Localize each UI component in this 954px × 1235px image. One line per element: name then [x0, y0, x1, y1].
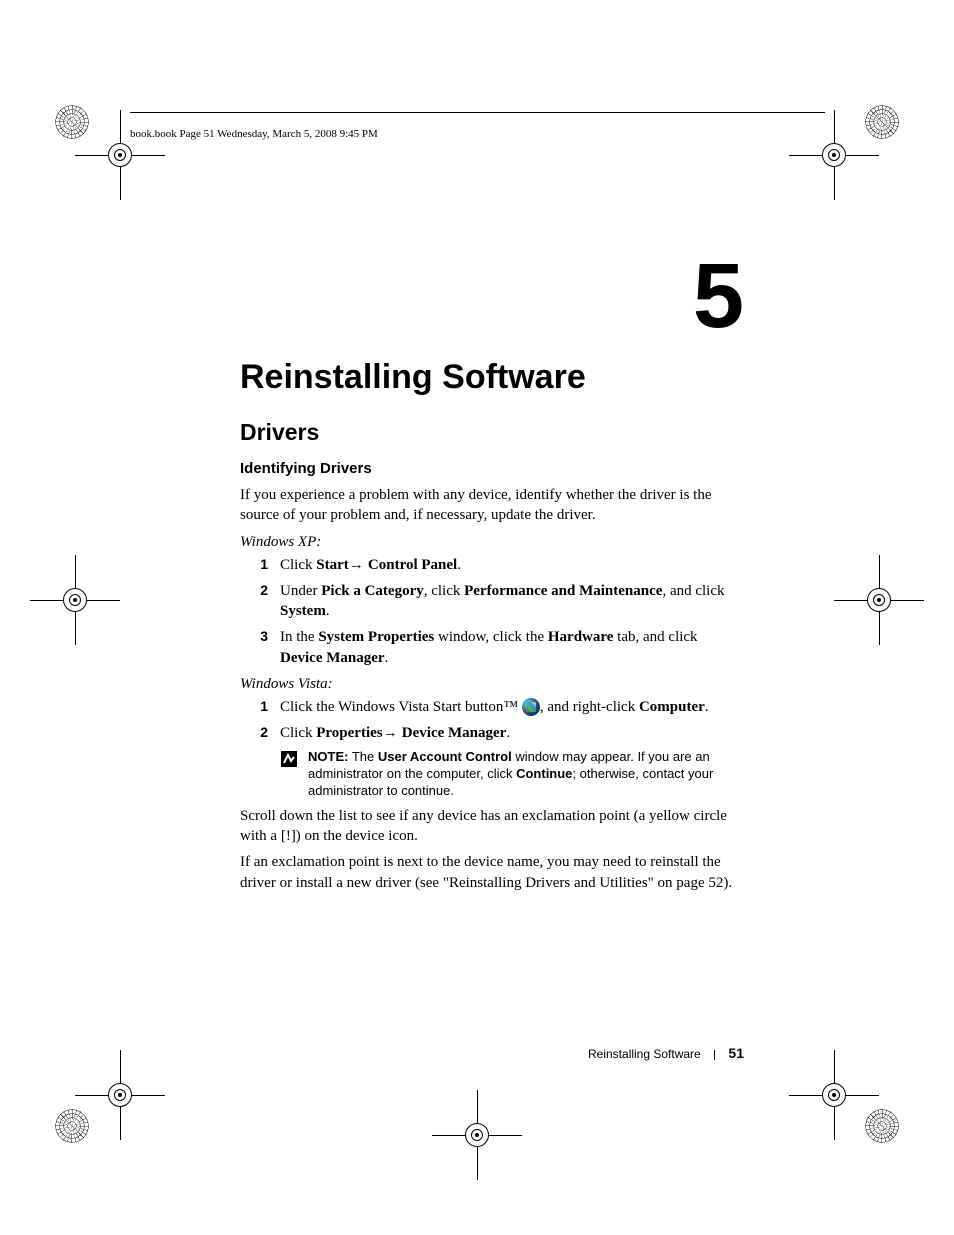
crop-mark-icon: [789, 1050, 879, 1140]
step-text: tab, and click: [613, 629, 697, 645]
crop-mark-icon: [75, 1050, 165, 1140]
step-text: Under: [280, 583, 321, 599]
body-paragraph: If an exclamation point is next to the d…: [240, 852, 740, 893]
step-text: .: [326, 603, 330, 619]
list-item: Under Pick a Category, click Performance…: [240, 581, 740, 622]
os-label-vista: Windows Vista:: [240, 676, 740, 693]
ui-term: Pick a Category: [321, 583, 423, 599]
note-label: NOTE:: [308, 749, 348, 764]
list-item: Click Properties→ Device Manager.: [240, 723, 740, 743]
chapter-title: Reinstalling Software: [240, 358, 740, 397]
crop-mark-icon: [432, 1090, 522, 1180]
ui-term: System: [280, 603, 326, 619]
step-text: .: [457, 557, 461, 573]
step-text: Click: [280, 557, 316, 573]
footer-section: Reinstalling Software: [588, 1047, 701, 1061]
ui-term: Hardware: [548, 629, 614, 645]
list-item: In the System Properties window, click t…: [240, 627, 740, 668]
step-text: In the: [280, 629, 318, 645]
crop-mark-icon: [789, 110, 879, 200]
crop-mark-icon: [75, 110, 165, 200]
ui-term: Properties: [316, 725, 382, 741]
os-label-xp: Windows XP:: [240, 534, 740, 551]
step-text: Click: [280, 725, 316, 741]
note-text: NOTE: The User Account Control window ma…: [308, 749, 740, 800]
ui-term: Performance and Maintenance: [464, 583, 662, 599]
running-head: book.book Page 51 Wednesday, March 5, 20…: [130, 128, 378, 140]
page: book.book Page 51 Wednesday, March 5, 20…: [0, 0, 954, 1235]
crop-mark-icon: [834, 555, 924, 645]
ui-term: Control Panel: [368, 557, 457, 573]
content-area: Reinstalling Software Drivers Identifyin…: [240, 258, 740, 899]
note-icon: [280, 750, 300, 768]
arrow-text: →: [383, 724, 402, 741]
arrow-text: →: [349, 556, 368, 573]
intro-paragraph: If you experience a problem with any dev…: [240, 485, 740, 526]
section-title: Drivers: [240, 419, 740, 446]
xp-steps: Click Start→ Control Panel. Under Pick a…: [240, 555, 740, 668]
step-text: .: [705, 699, 709, 715]
page-number: 51: [728, 1045, 744, 1061]
list-item: Click the Windows Vista Start button™ , …: [240, 697, 740, 717]
footer-separator: [714, 1050, 715, 1060]
note-segment: The: [348, 749, 377, 764]
body-paragraph: Scroll down the list to see if any devic…: [240, 806, 740, 847]
page-footer: Reinstalling Software 51: [588, 1045, 744, 1061]
ui-term: Device Manager: [402, 725, 507, 741]
step-text: .: [506, 725, 510, 741]
ui-term: Continue: [516, 766, 572, 781]
vista-steps: Click the Windows Vista Start button™ , …: [240, 697, 740, 744]
note-block: NOTE: The User Account Control window ma…: [280, 749, 740, 800]
step-text: window, click the: [434, 629, 548, 645]
ui-term: User Account Control: [378, 749, 512, 764]
step-text: , click: [424, 583, 464, 599]
ui-term: Device Manager: [280, 650, 385, 666]
header-rule: [130, 112, 825, 113]
ui-term: Computer: [639, 699, 705, 715]
vista-start-icon: [522, 698, 540, 716]
crop-mark-icon: [30, 555, 120, 645]
step-text: Click the Windows Vista Start button™: [280, 699, 522, 715]
list-item: Click Start→ Control Panel.: [240, 555, 740, 575]
step-text: .: [385, 650, 389, 666]
step-text: , and click: [662, 583, 724, 599]
subsection-title: Identifying Drivers: [240, 460, 740, 477]
ui-term: System Properties: [318, 629, 434, 645]
ui-term: Start: [316, 557, 349, 573]
step-text: , and right-click: [540, 699, 639, 715]
